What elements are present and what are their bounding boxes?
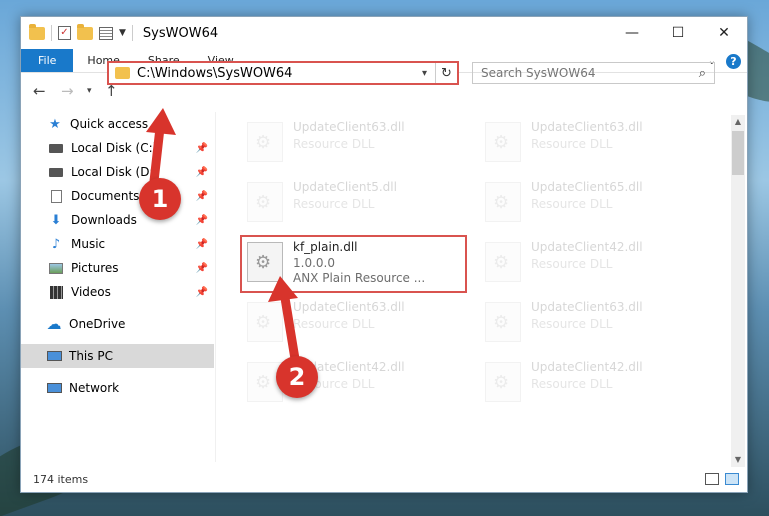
callout-arrows bbox=[146, 108, 301, 370]
callout-badge-2: 2 bbox=[276, 356, 318, 398]
callout-badge-1: 1 bbox=[139, 178, 181, 220]
arrow-2 bbox=[268, 276, 301, 370]
